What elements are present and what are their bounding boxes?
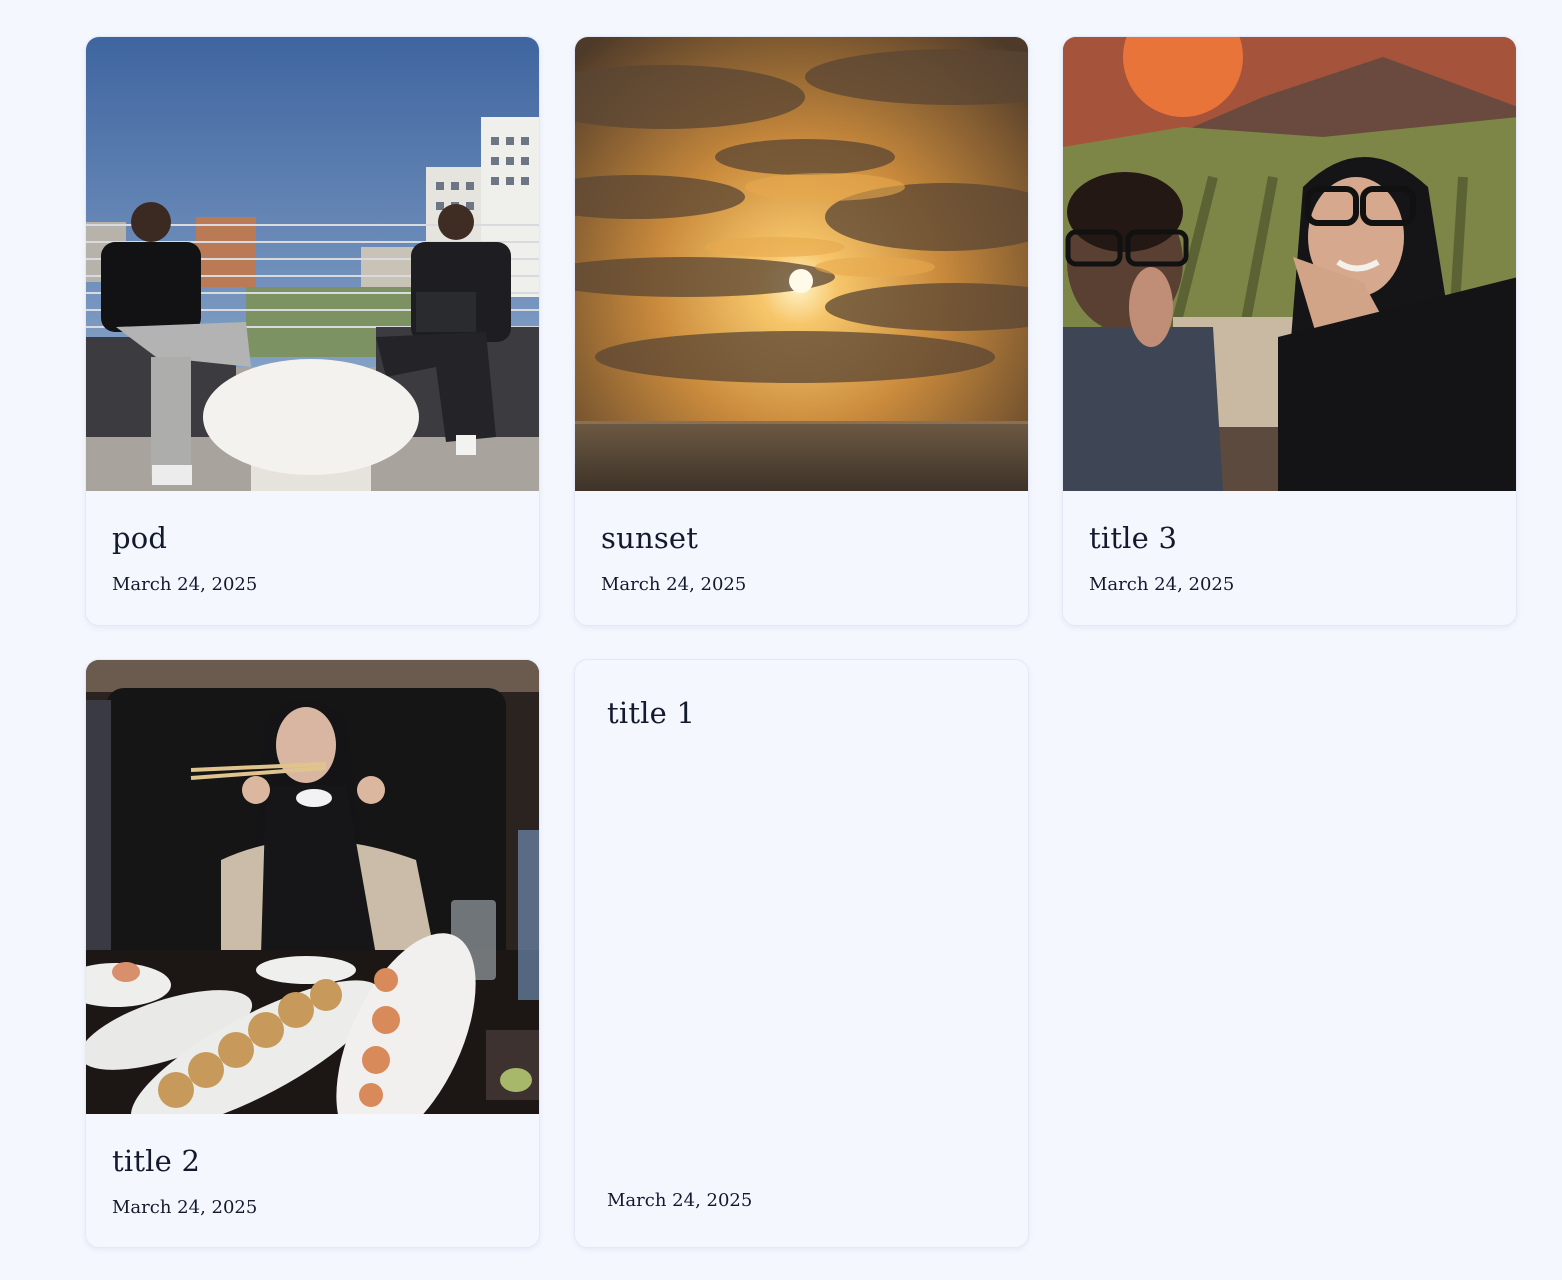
- selfie-photo: [1063, 37, 1516, 491]
- post-date: March 24, 2025: [112, 574, 258, 595]
- post-title[interactable]: pod: [112, 521, 167, 555]
- post-title[interactable]: sunset: [601, 521, 698, 555]
- sunset-photo: [575, 37, 1028, 491]
- post-date: March 24, 2025: [112, 1197, 258, 1218]
- post-card-sunset[interactable]: sunset March 24, 2025: [574, 36, 1029, 626]
- post-title[interactable]: title 2: [112, 1144, 200, 1178]
- post-card-title-2[interactable]: title 2 March 24, 2025: [85, 659, 540, 1248]
- post-image[interactable]: [1063, 37, 1516, 491]
- post-date: March 24, 2025: [601, 574, 747, 595]
- post-card-pod[interactable]: pod March 24, 2025: [85, 36, 540, 626]
- post-grid: pod March 24, 2025 sunset March 24, 2025…: [0, 0, 1562, 1280]
- post-card-title-1[interactable]: title 1 March 24, 2025: [574, 659, 1029, 1248]
- post-card-title-3[interactable]: title 3 March 24, 2025: [1062, 36, 1517, 626]
- post-date: March 24, 2025: [1089, 574, 1235, 595]
- post-image[interactable]: [575, 37, 1028, 491]
- post-title[interactable]: title 1: [607, 696, 695, 730]
- rooftop-photo: [86, 37, 539, 491]
- post-image[interactable]: [86, 37, 539, 491]
- post-image[interactable]: [86, 660, 539, 1114]
- post-title[interactable]: title 3: [1089, 521, 1177, 555]
- post-date: March 24, 2025: [607, 1190, 753, 1211]
- sushi-photo: [86, 660, 539, 1114]
